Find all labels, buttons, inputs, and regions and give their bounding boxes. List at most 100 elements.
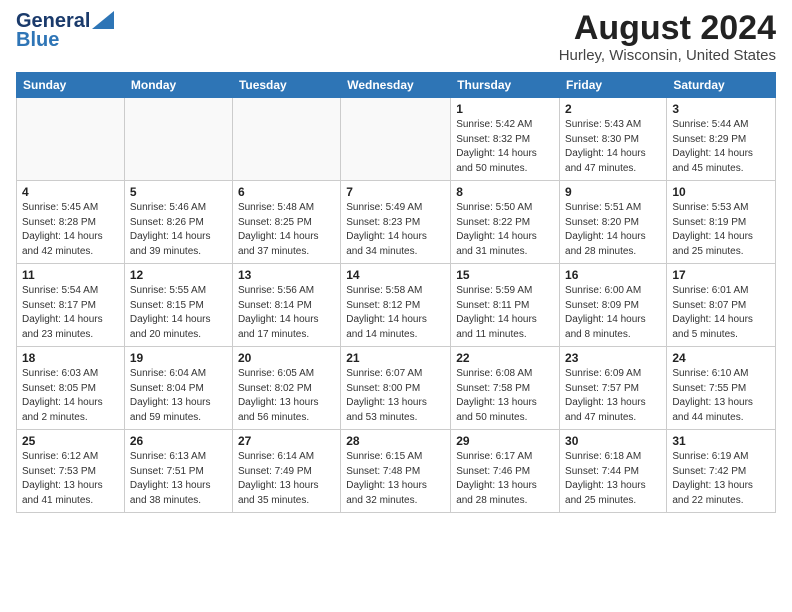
calendar-cell: 6Sunrise: 5:48 AM Sunset: 8:25 PM Daylig… <box>232 181 340 264</box>
calendar-cell: 13 Sunrise: 5:56 AM Sunset: 8:14 PM Dayli… <box>232 264 340 347</box>
day-info: Sunrise: 6:19 AM Sunset: 7:42 PM Dayligh… <box>672 450 770 508</box>
calendar-week-5: 25 Sunrise: 6:12 AM Sunset: 7:53 PM Dayli… <box>17 430 776 513</box>
day-number: 4 <box>22 185 119 199</box>
calendar-cell: 15 Sunrise: 5:59 AM Sunset: 8:11 PM Dayli… <box>451 264 560 347</box>
calendar-cell <box>124 98 232 181</box>
col-header-friday: Friday <box>560 73 667 98</box>
day-info: Sunrise: 5:59 AM Sunset: 8:11 PM Dayligh… <box>456 284 554 342</box>
calendar-cell: 12Sunrise: 5:55 AM Sunset: 8:15 PM Dayli… <box>124 264 232 347</box>
col-header-monday: Monday <box>124 73 232 98</box>
calendar-cell: 25 Sunrise: 6:12 AM Sunset: 7:53 PM Dayli… <box>17 430 125 513</box>
col-header-tuesday: Tuesday <box>232 73 340 98</box>
day-info: Sunrise: 6:03 AM Sunset: 8:05 PM Dayligh… <box>22 367 119 425</box>
col-header-thursday: Thursday <box>451 73 560 98</box>
calendar-cell: 31 Sunrise: 6:19 AM Sunset: 7:42 PM Dayli… <box>667 430 776 513</box>
day-info: Sunrise: 5:42 AM Sunset: 8:32 PM Dayligh… <box>456 118 554 176</box>
calendar-cell: 16Sunrise: 6:00 AM Sunset: 8:09 PM Dayli… <box>560 264 667 347</box>
calendar-cell: 23 Sunrise: 6:09 AM Sunset: 7:57 PM Dayli… <box>560 347 667 430</box>
day-number: 17 <box>672 268 770 282</box>
calendar-week-2: 4 Sunrise: 5:45 AM Sunset: 8:28 PM Daylig… <box>17 181 776 264</box>
day-info: Sunrise: 6:04 AM Sunset: 8:04 PM Dayligh… <box>130 367 227 425</box>
calendar-cell: 21 Sunrise: 6:07 AM Sunset: 8:00 PM Dayli… <box>341 347 451 430</box>
day-info: Sunrise: 5:54 AM Sunset: 8:17 PM Dayligh… <box>22 284 119 342</box>
day-info: Sunrise: 5:53 AM Sunset: 8:19 PM Dayligh… <box>672 201 770 259</box>
logo-blue: Blue <box>16 29 59 52</box>
day-number: 19 <box>130 351 227 365</box>
day-info: Sunrise: 6:01 AM Sunset: 8:07 PM Dayligh… <box>672 284 770 342</box>
day-info: Sunrise: 6:00 AM Sunset: 8:09 PM Dayligh… <box>565 284 661 342</box>
day-info: Sunrise: 6:13 AM Sunset: 7:51 PM Dayligh… <box>130 450 227 508</box>
calendar-cell: 24Sunrise: 6:10 AM Sunset: 7:55 PM Dayli… <box>667 347 776 430</box>
day-info: Sunrise: 5:56 AM Sunset: 8:14 PM Dayligh… <box>238 284 335 342</box>
day-info: Sunrise: 5:55 AM Sunset: 8:15 PM Dayligh… <box>130 284 227 342</box>
day-number: 24 <box>672 351 770 365</box>
month-title: August 2024 <box>559 10 776 47</box>
calendar-cell: 22 Sunrise: 6:08 AM Sunset: 7:58 PM Dayli… <box>451 347 560 430</box>
day-number: 22 <box>456 351 554 365</box>
calendar-table: SundayMondayTuesdayWednesdayThursdayFrid… <box>16 72 776 513</box>
day-info: Sunrise: 5:58 AM Sunset: 8:12 PM Dayligh… <box>346 284 445 342</box>
calendar-cell: 18 Sunrise: 6:03 AM Sunset: 8:05 PM Dayli… <box>17 347 125 430</box>
day-number: 18 <box>22 351 119 365</box>
day-number: 25 <box>22 434 119 448</box>
day-number: 26 <box>130 434 227 448</box>
calendar-cell: 26 Sunrise: 6:13 AM Sunset: 7:51 PM Dayli… <box>124 430 232 513</box>
day-number: 5 <box>130 185 227 199</box>
day-info: Sunrise: 5:45 AM Sunset: 8:28 PM Dayligh… <box>22 201 119 259</box>
day-number: 8 <box>456 185 554 199</box>
day-number: 27 <box>238 434 335 448</box>
page: General Blue August 2024 Hurley, Wiscons… <box>0 0 792 523</box>
calendar-cell: 19 Sunrise: 6:04 AM Sunset: 8:04 PM Dayli… <box>124 347 232 430</box>
day-number: 31 <box>672 434 770 448</box>
day-info: Sunrise: 5:48 AM Sunset: 8:25 PM Dayligh… <box>238 201 335 259</box>
calendar-week-4: 18 Sunrise: 6:03 AM Sunset: 8:05 PM Dayli… <box>17 347 776 430</box>
day-info: Sunrise: 5:44 AM Sunset: 8:29 PM Dayligh… <box>672 118 770 176</box>
day-info: Sunrise: 6:07 AM Sunset: 8:00 PM Dayligh… <box>346 367 445 425</box>
calendar-week-3: 11 Sunrise: 5:54 AM Sunset: 8:17 PM Dayli… <box>17 264 776 347</box>
day-number: 13 <box>238 268 335 282</box>
day-info: Sunrise: 5:49 AM Sunset: 8:23 PM Dayligh… <box>346 201 445 259</box>
day-info: Sunrise: 6:09 AM Sunset: 7:57 PM Dayligh… <box>565 367 661 425</box>
calendar-cell: 3 Sunrise: 5:44 AM Sunset: 8:29 PM Daylig… <box>667 98 776 181</box>
day-number: 15 <box>456 268 554 282</box>
calendar-cell: 4 Sunrise: 5:45 AM Sunset: 8:28 PM Daylig… <box>17 181 125 264</box>
calendar-cell: 7 Sunrise: 5:49 AM Sunset: 8:23 PM Daylig… <box>341 181 451 264</box>
day-number: 10 <box>672 185 770 199</box>
day-number: 23 <box>565 351 661 365</box>
day-info: Sunrise: 6:17 AM Sunset: 7:46 PM Dayligh… <box>456 450 554 508</box>
day-number: 20 <box>238 351 335 365</box>
calendar-cell: 11 Sunrise: 5:54 AM Sunset: 8:17 PM Dayli… <box>17 264 125 347</box>
header: General Blue August 2024 Hurley, Wiscons… <box>16 10 776 64</box>
day-info: Sunrise: 5:46 AM Sunset: 8:26 PM Dayligh… <box>130 201 227 259</box>
calendar-cell: 5 Sunrise: 5:46 AM Sunset: 8:26 PM Daylig… <box>124 181 232 264</box>
location: Hurley, Wisconsin, United States <box>559 47 776 64</box>
day-info: Sunrise: 6:14 AM Sunset: 7:49 PM Dayligh… <box>238 450 335 508</box>
logo: General Blue <box>16 10 114 52</box>
day-number: 2 <box>565 102 661 116</box>
day-number: 7 <box>346 185 445 199</box>
calendar-cell: 17 Sunrise: 6:01 AM Sunset: 8:07 PM Dayli… <box>667 264 776 347</box>
day-number: 21 <box>346 351 445 365</box>
col-header-saturday: Saturday <box>667 73 776 98</box>
calendar-cell: 10 Sunrise: 5:53 AM Sunset: 8:19 PM Dayli… <box>667 181 776 264</box>
day-info: Sunrise: 5:50 AM Sunset: 8:22 PM Dayligh… <box>456 201 554 259</box>
day-info: Sunrise: 6:12 AM Sunset: 7:53 PM Dayligh… <box>22 450 119 508</box>
col-header-sunday: Sunday <box>17 73 125 98</box>
day-info: Sunrise: 5:43 AM Sunset: 8:30 PM Dayligh… <box>565 118 661 176</box>
calendar-cell: 9Sunrise: 5:51 AM Sunset: 8:20 PM Daylig… <box>560 181 667 264</box>
title-block: August 2024 Hurley, Wisconsin, United St… <box>559 10 776 64</box>
day-info: Sunrise: 6:18 AM Sunset: 7:44 PM Dayligh… <box>565 450 661 508</box>
day-number: 29 <box>456 434 554 448</box>
calendar-cell: 29 Sunrise: 6:17 AM Sunset: 7:46 PM Dayli… <box>451 430 560 513</box>
day-number: 3 <box>672 102 770 116</box>
day-info: Sunrise: 6:08 AM Sunset: 7:58 PM Dayligh… <box>456 367 554 425</box>
day-number: 28 <box>346 434 445 448</box>
calendar-cell: 1Sunrise: 5:42 AM Sunset: 8:32 PM Daylig… <box>451 98 560 181</box>
col-header-wednesday: Wednesday <box>341 73 451 98</box>
calendar-cell: 28Sunrise: 6:15 AM Sunset: 7:48 PM Dayli… <box>341 430 451 513</box>
logo-icon <box>92 11 114 29</box>
day-number: 11 <box>22 268 119 282</box>
day-number: 9 <box>565 185 661 199</box>
calendar-cell: 8 Sunrise: 5:50 AM Sunset: 8:22 PM Daylig… <box>451 181 560 264</box>
calendar-cell: 20Sunrise: 6:05 AM Sunset: 8:02 PM Dayli… <box>232 347 340 430</box>
